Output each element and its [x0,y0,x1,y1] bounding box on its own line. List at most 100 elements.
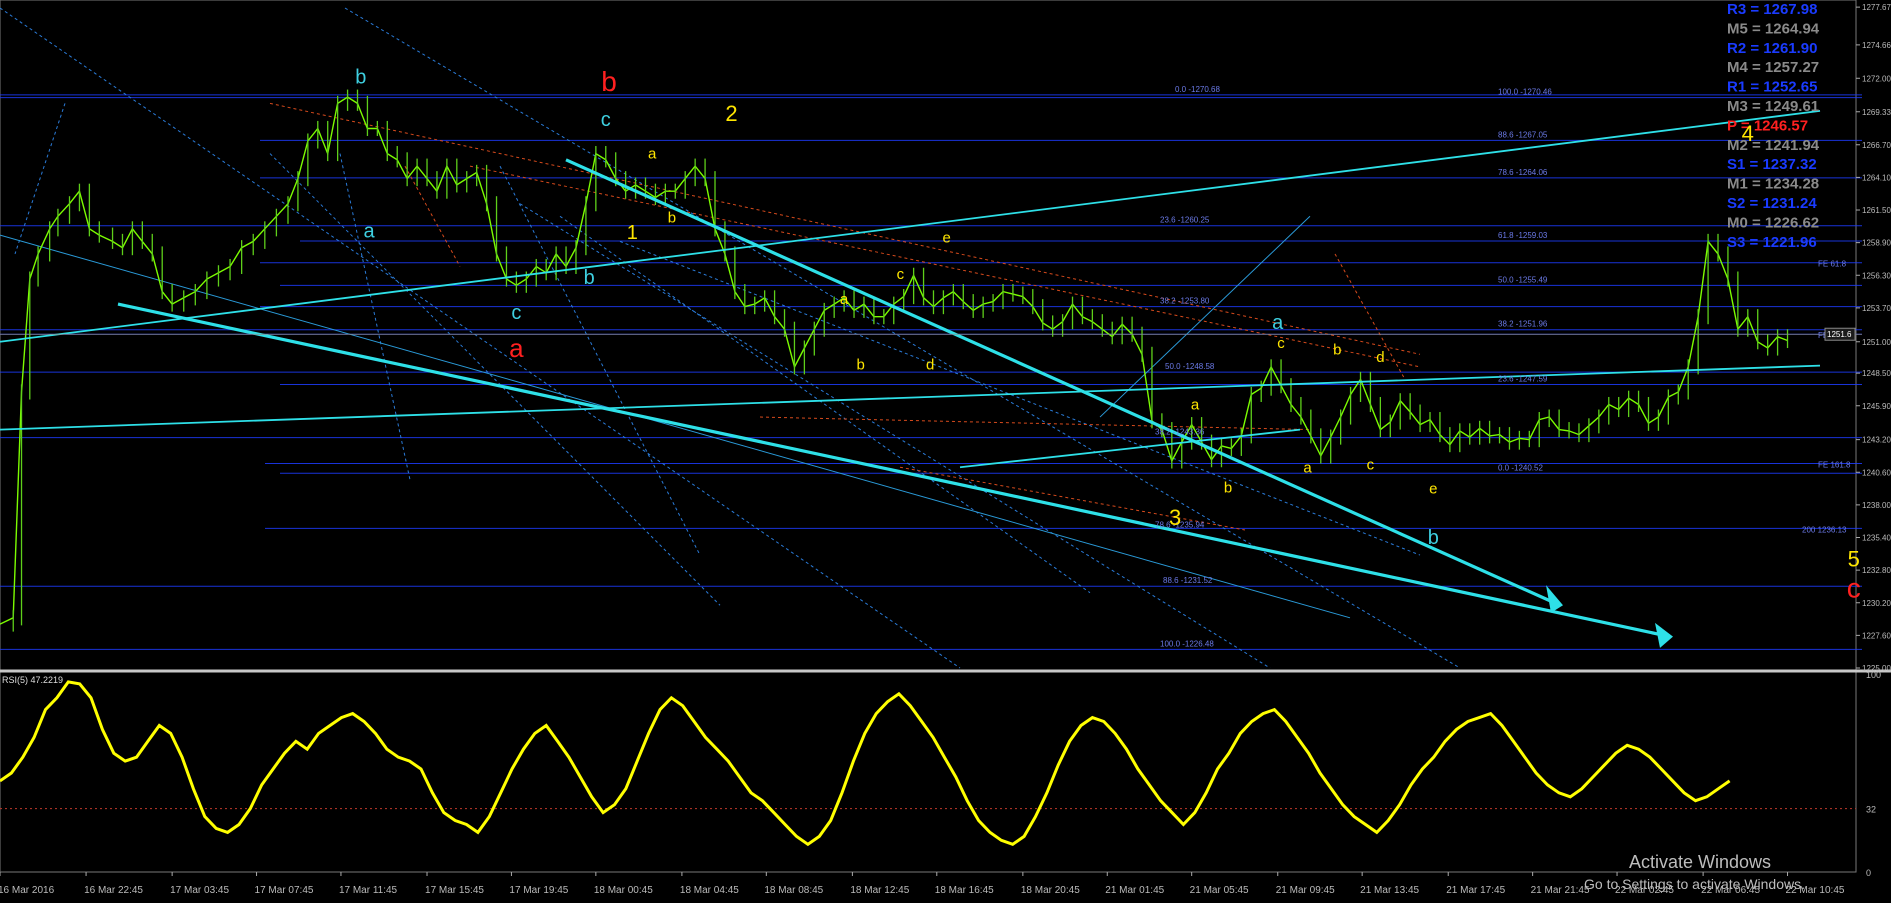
x-tick-label: 17 Mar 07:45 [255,885,314,896]
fib-label-left: 88.6 -1231.52 [1163,576,1213,585]
y-tick-label: 1258.90 [1862,239,1891,248]
fib-label-left: 38.2 -1243.36 [1155,428,1205,437]
y-tick-label: 1238.00 [1862,501,1891,510]
pivot-label: M5 = 1264.94 [1727,20,1820,37]
price-panel-frame [0,0,1857,672]
y-tick-label: 1235.40 [1862,534,1891,543]
x-tick-label: 16 Mar 2016 [0,885,55,896]
wave-label: d [926,356,934,373]
x-tick-label: 18 Mar 04:45 [680,885,739,896]
y-tick-label: 1264.10 [1862,173,1891,182]
y-tick-label: 1261.50 [1862,206,1891,215]
fib-label-right: 88.6 -1267.05 [1498,130,1548,139]
wave-label: c [1367,457,1375,474]
chart-window: 0.0 -1270.68 23.6 -1260.25 38.2 -1253.80 50… [0,0,1891,898]
pivot-label: R1 = 1252.65 [1727,79,1818,96]
rsi-y-tick-label: 32 [1866,805,1876,815]
x-tick-label: 18 Mar 20:45 [1021,885,1080,896]
y-tick-label: 1272.00 [1862,74,1891,83]
trend-red-dashed [269,102,1421,355]
x-tick-label: 21 Mar 01:45 [1105,885,1164,896]
x-tick-label: 17 Mar 19:45 [509,885,568,896]
y-tick-label: 1240.60 [1862,468,1891,477]
wave-label: 1 [627,222,638,244]
y-tick-label: 1245.90 [1862,402,1891,411]
y-tick-label: 1269.33 [1862,108,1891,117]
price-chart[interactable]: 0.0 -1270.6823.6 -1260.2538.2 -1253.8050… [0,0,1891,898]
y-tick-label: 1243.20 [1862,436,1891,445]
pivot-label: M4 = 1257.27 [1727,59,1819,76]
wave-label: 5 [1848,546,1860,571]
fib-label-right: 0.0 -1240.52 [1498,463,1543,472]
fe-label: 200 1236.13 [1802,525,1847,534]
rsi-y-tick-label: 100 [1866,670,1881,680]
pivot-label: S1 = 1237.32 [1727,156,1817,173]
wave-label: b [1224,479,1232,496]
y-tick-label: 1266.70 [1862,141,1891,150]
pivot-label: M3 = 1249.61 [1727,98,1819,115]
rsi-panel-frame [0,671,1857,873]
x-tick-label: 21 Mar 09:45 [1276,885,1335,896]
wave-label: c [601,109,611,131]
wave-label: 3 [1169,505,1181,530]
wave-label: a [1303,459,1312,476]
wave-label: a [509,333,524,363]
x-tick-label: 21 Mar 21:45 [1531,885,1590,896]
y-tick-label: 1256.30 [1862,271,1891,280]
pivot-label: M1 = 1234.28 [1727,176,1819,193]
channel-dotted-line [269,153,721,606]
trend-red-dashed [1334,253,1406,380]
x-tick-label: 21 Mar 17:45 [1446,885,1505,896]
arrow-head [1655,622,1673,648]
pivot-label: R3 = 1267.98 [1727,1,1818,18]
wave-label: b [601,66,617,97]
trend-cyan-line [959,428,1301,469]
fib-label-left: 23.6 -1260.25 [1160,216,1210,225]
fib-label-right: 100.0 -1270.46 [1498,88,1552,97]
fe-label: FE 61.8 [1818,260,1847,269]
rsi-legend: RSI(5) 47.2219 [2,675,63,685]
wave-label: b [355,66,366,88]
fib-label-right: 61.8 -1259.03 [1498,231,1548,240]
wave-label: d [1376,349,1384,366]
pivot-label: R2 = 1261.90 [1727,40,1818,57]
y-tick-label: 1230.20 [1862,599,1891,608]
fib-label-right: 23.6 -1247.59 [1498,375,1548,384]
fib-label-right: 50.0 -1255.49 [1498,275,1548,284]
channel-thin-line [0,234,1351,619]
activate-windows-subtitle: Go to Settings to activate Windows. [1584,876,1805,892]
x-tick-label: 18 Mar 08:45 [764,885,823,896]
wave-label: c [1847,573,1861,604]
price-tag-text: 1251.6 [1827,330,1852,339]
channel-dotted-line [0,7,961,669]
trend-cyan-line [0,109,1821,343]
trend-cyan-line [117,302,1671,639]
wave-label: a [1272,312,1284,334]
fe-label: FE 161.8 [1818,460,1851,469]
y-tick-label: 1248.50 [1862,369,1891,378]
wave-label: b [584,267,595,289]
rsi-y-tick-label: 0 [1866,868,1871,878]
wave-label: a [840,291,849,308]
x-tick-label: 18 Mar 00:45 [594,885,653,896]
wave-label: c [1277,335,1285,352]
x-tick-label: 18 Mar 12:45 [850,885,909,896]
y-tick-label: 1274.66 [1862,41,1891,50]
wave-label: e [943,230,951,247]
wave-label: a [1191,397,1200,414]
channel-dotted-line [559,215,1091,594]
x-tick-label: 21 Mar 05:45 [1190,885,1249,896]
x-tick-label: 17 Mar 11:45 [339,885,398,896]
fib-label-right: 38.2 -1251.96 [1498,320,1548,329]
wave-label: c [511,302,521,324]
fib-label-left: 50.0 -1248.58 [1165,362,1215,371]
x-tick-label: 21 Mar 13:45 [1360,885,1419,896]
channel-dotted-line [619,240,1421,556]
trend-red-dashed [404,165,461,267]
wave-label: b [668,210,676,227]
y-tick-label: 1227.60 [1862,631,1891,640]
wave-label: b [856,356,864,373]
pivot-label: S2 = 1231.24 [1727,195,1817,212]
wave-label: 4 [1742,121,1754,146]
pivot-label: M0 = 1226.62 [1727,214,1819,231]
